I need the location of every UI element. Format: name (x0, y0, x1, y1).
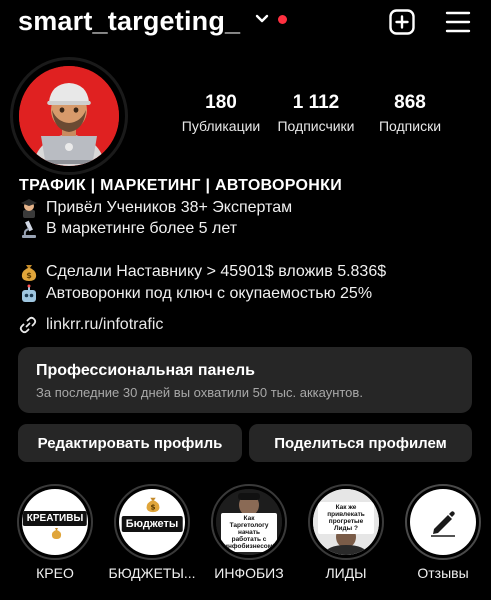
bio-line-text: Сделали Наставнику > 45901$ вложив 5.836… (46, 263, 387, 280)
highlight-cover-text: Как же привлекать прогретые Лиды ? (318, 502, 374, 534)
following-count: 868 (394, 92, 426, 113)
highlight-cover: Как Таргетологу начать работать с инфоби… (216, 489, 282, 555)
stat-followers[interactable]: 1 112 Подписчики (272, 92, 360, 134)
bio-line: Автоворонки под ключ с окупаемостью 25% (19, 284, 372, 304)
pro-panel-subtitle: За последние 30 дней вы охватили 50 тыс.… (36, 385, 363, 400)
posts-label: Публикации (181, 118, 261, 134)
money-bag-icon (51, 528, 62, 539)
edit-profile-button[interactable]: Редактировать профиль (18, 424, 242, 462)
bio-line-text: В маркетинге более 5 лет (46, 220, 238, 237)
highlight-cover: КРЕАТИВЫ (22, 489, 88, 555)
following-label: Подписки (378, 118, 442, 134)
svg-text:$: $ (150, 502, 155, 511)
plus-square-icon[interactable] (389, 9, 415, 35)
professional-dashboard-panel[interactable]: Профессиональная панель За последние 30 … (18, 347, 472, 413)
hamburger-menu-icon[interactable] (445, 10, 471, 34)
highlight-reviews[interactable]: Отзывы (405, 484, 481, 581)
highlight-ring: КРЕАТИВЫ (17, 484, 93, 560)
followers-count: 1 112 (292, 92, 340, 113)
money-bag-icon: $ (21, 265, 37, 281)
highlight-ring (405, 484, 481, 560)
followers-label: Подписчики (277, 118, 355, 134)
bio-line: $ Сделали Наставнику > 45901$ вложив 5.8… (19, 262, 386, 282)
highlight-cover-text: КРЕАТИВЫ (22, 511, 88, 526)
robot-icon (22, 284, 36, 302)
stat-following[interactable]: 868 Подписки (368, 92, 452, 134)
highlight-leads[interactable]: Как же привлекать прогретые Лиды ? ЛИДЫ (308, 484, 384, 581)
profile-header: smart_targeting_ (0, 0, 491, 46)
chevron-down-icon[interactable] (255, 14, 269, 24)
memoji-avatar-image (19, 66, 119, 166)
bio-line-text: Автоворонки под ключ с окупаемостью 25% (46, 285, 373, 302)
microscope-icon (22, 220, 36, 238)
highlight-ring: Как же привлекать прогретые Лиды ? (308, 484, 384, 560)
bio-line: В маркетинге более 5 лет (19, 219, 237, 239)
link-icon (19, 316, 37, 334)
highlight-cover-text: Как Таргетологу начать работать с инфоби… (221, 513, 277, 552)
highlight-cover-text: Бюджеты (121, 516, 183, 532)
highlight-caption: КРЕО (36, 565, 74, 581)
notification-dot (278, 15, 287, 24)
svg-text:$: $ (26, 271, 32, 280)
link-text[interactable]: linkrr.ru/infotrafic (46, 316, 163, 334)
profile-link[interactable]: linkrr.ru/infotrafic (19, 316, 163, 334)
highlight-caption: БЮДЖЕТЫ... (108, 565, 196, 581)
highlight-kreo[interactable]: КРЕАТИВЫ КРЕО (17, 484, 93, 581)
avatar[interactable] (19, 66, 119, 166)
money-bag-icon: $ (146, 497, 160, 513)
stat-posts[interactable]: 180 Публикации (178, 92, 264, 134)
pen-icon (431, 511, 455, 537)
bio-line-text: Привёл Учеников 38+ Экспертам (46, 199, 293, 216)
highlight-ring: $ Бюджеты (114, 484, 190, 560)
posts-count: 180 (205, 92, 237, 113)
pro-panel-title: Профессиональная панель (36, 362, 255, 379)
share-profile-button[interactable]: Поделиться профилем (249, 424, 472, 462)
highlight-caption: ЛИДЫ (325, 565, 367, 581)
bio-line: Привёл Учеников 38+ Экспертам (19, 198, 292, 218)
highlight-budgets[interactable]: $ Бюджеты БЮДЖЕТЫ... (108, 484, 196, 581)
highlight-ring: Как Таргетологу начать работать с инфоби… (211, 484, 287, 560)
username[interactable]: smart_targeting_ (18, 6, 240, 37)
highlight-cover (410, 489, 476, 555)
student-icon (21, 199, 37, 218)
highlight-cover: $ Бюджеты (119, 489, 185, 555)
highlight-cover: Как же привлекать прогретые Лиды ? (313, 489, 379, 555)
highlight-caption: ИНФОБИЗ (214, 565, 284, 581)
highlight-caption: Отзывы (417, 565, 469, 581)
bio-title: ТРАФИК | МАРКЕТИНГ | АВТОВОРОНКИ (19, 177, 342, 194)
highlight-infobiz[interactable]: Как Таргетологу начать работать с инфоби… (211, 484, 287, 581)
